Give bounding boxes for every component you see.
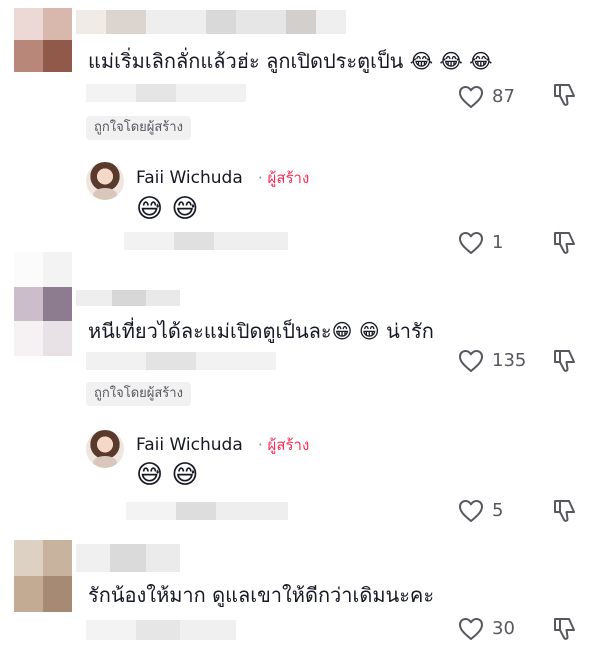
dislike-icon[interactable] bbox=[552, 616, 578, 642]
like-count: 135 bbox=[492, 350, 527, 371]
heart-icon bbox=[459, 232, 483, 254]
creator-avatar[interactable] bbox=[86, 162, 124, 200]
reply-date-blurred bbox=[126, 502, 288, 520]
comment-date-blurred bbox=[86, 84, 246, 102]
reply-author-name[interactable]: Faii Wichuda bbox=[136, 434, 243, 456]
reply-like-count: 1 bbox=[492, 232, 504, 253]
creator-tag: · ผู้สร้าง bbox=[258, 436, 310, 454]
reply-text: 😅 😅 bbox=[136, 194, 199, 224]
reply-text: 😅 😅 bbox=[136, 460, 199, 490]
liked-by-creator-badge: ถูกใจโดยผู้สร้าง bbox=[86, 382, 191, 406]
like-count: 87 bbox=[492, 86, 515, 107]
commenter-name-blurred[interactable] bbox=[76, 544, 180, 572]
heart-icon bbox=[459, 350, 483, 372]
commenter-avatar-blurred[interactable] bbox=[14, 540, 72, 612]
comment-text: หนีเที่ยวได้ละแม่เปิดตูเป็นละ😁 😁 น่ารัก bbox=[88, 319, 434, 343]
heart-icon bbox=[459, 86, 483, 108]
reply-like-button[interactable]: 1 bbox=[458, 228, 503, 258]
heart-icon bbox=[459, 618, 483, 640]
commenter-avatar-blurred[interactable] bbox=[14, 252, 72, 356]
reply-author-name[interactable]: Faii Wichuda bbox=[136, 167, 243, 189]
reply-like-count: 5 bbox=[492, 500, 504, 521]
commenter-name-blurred[interactable] bbox=[76, 10, 346, 34]
creator-label: ผู้สร้าง bbox=[267, 169, 310, 187]
commenter-avatar-blurred[interactable] bbox=[14, 8, 72, 72]
dislike-icon[interactable] bbox=[552, 82, 578, 108]
like-button[interactable]: 135 bbox=[458, 346, 526, 376]
comment-text: รักน้องให้มาก ดูแลเขาให้ดีกว่าเดิมนะคะ bbox=[88, 583, 435, 607]
dislike-icon[interactable] bbox=[552, 498, 578, 524]
comment-date-blurred bbox=[86, 620, 236, 640]
reply-date-blurred bbox=[124, 232, 288, 250]
comment-date-blurred bbox=[86, 352, 276, 370]
dislike-icon[interactable] bbox=[552, 348, 578, 374]
creator-avatar[interactable] bbox=[86, 430, 124, 468]
heart-icon bbox=[459, 500, 483, 522]
commenter-name-blurred[interactable] bbox=[76, 290, 180, 306]
creator-tag: · ผู้สร้าง bbox=[258, 169, 310, 187]
comment-text: แม่เริ่มเลิกลั่กแล้วฮ่ะ ลูกเปิดประตูเป็น… bbox=[88, 49, 493, 73]
like-count: 30 bbox=[492, 618, 515, 639]
reply-like-button[interactable]: 5 bbox=[458, 496, 503, 526]
like-button[interactable]: 30 bbox=[458, 614, 515, 644]
dislike-icon[interactable] bbox=[552, 230, 578, 256]
creator-label: ผู้สร้าง bbox=[267, 436, 310, 454]
liked-by-creator-badge: ถูกใจโดยผู้สร้าง bbox=[86, 116, 191, 140]
like-button[interactable]: 87 bbox=[458, 82, 515, 112]
